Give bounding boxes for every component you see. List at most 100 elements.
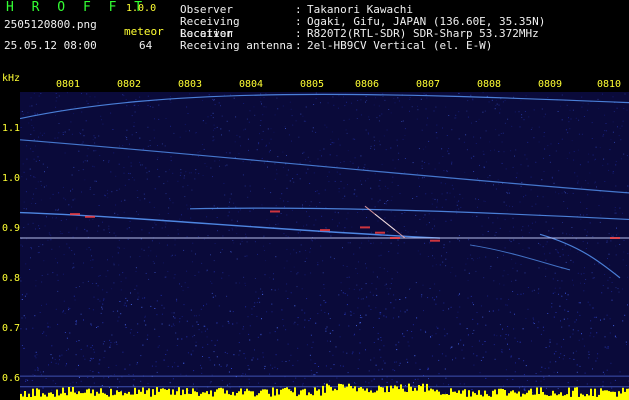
noise-speck	[415, 282, 417, 284]
noise-speck	[139, 96, 141, 98]
noise-speck	[374, 140, 376, 142]
noise-speck	[194, 228, 196, 230]
noise-speck	[313, 374, 315, 376]
noise-speck	[95, 180, 97, 182]
noise-speck	[68, 307, 70, 309]
noise-speck	[559, 256, 561, 258]
noise-speck	[21, 299, 23, 300]
noise-speck	[103, 298, 105, 300]
activity-bar	[426, 383, 428, 400]
noise-speck	[125, 297, 127, 299]
noise-speck	[152, 227, 154, 229]
noise-speck	[531, 127, 533, 129]
noise-speck	[484, 110, 486, 112]
noise-speck	[173, 325, 175, 327]
noise-speck	[326, 126, 328, 128]
noise-speck	[34, 112, 36, 114]
noise-speck	[376, 294, 378, 296]
noise-speck	[158, 118, 160, 120]
noise-speck	[135, 99, 137, 101]
noise-speck	[338, 294, 340, 296]
noise-speck	[221, 380, 223, 381]
noise-speck	[431, 228, 433, 230]
activity-bar	[232, 391, 234, 400]
noise-speck	[75, 320, 77, 322]
activity-bar	[190, 394, 192, 400]
noise-speck	[423, 310, 424, 312]
noise-speck	[172, 378, 174, 380]
noise-speck	[221, 277, 223, 279]
noise-speck	[563, 318, 565, 320]
noise-speck	[48, 326, 50, 328]
x-tick-label: 0803	[178, 79, 203, 90]
noise-speck	[312, 341, 314, 343]
activity-bar	[78, 391, 80, 400]
noise-speck	[440, 182, 442, 184]
noise-speck	[337, 107, 339, 109]
noise-speck	[607, 347, 609, 349]
noise-speck	[502, 101, 504, 103]
noise-speck	[370, 147, 372, 149]
noise-speck	[267, 166, 268, 168]
noise-speck	[357, 100, 359, 101]
noise-speck	[546, 241, 548, 243]
noise-speck	[582, 102, 584, 104]
noise-speck	[270, 364, 272, 366]
noise-speck	[485, 324, 487, 326]
noise-speck	[22, 245, 23, 247]
noise-speck	[609, 332, 611, 334]
noise-speck	[305, 201, 307, 202]
noise-speck	[530, 229, 532, 231]
noise-speck	[610, 240, 612, 242]
noise-speck	[374, 148, 375, 150]
noise-speck	[572, 192, 574, 194]
noise-speck	[403, 335, 405, 337]
noise-speck	[578, 302, 580, 304]
noise-speck	[456, 317, 458, 319]
noise-speck	[364, 164, 366, 166]
noise-speck	[262, 245, 264, 247]
noise-speck	[548, 367, 550, 369]
noise-speck	[412, 198, 414, 199]
noise-speck	[353, 312, 355, 314]
noise-speck	[213, 260, 215, 262]
activity-bar	[404, 391, 406, 400]
noise-speck	[488, 310, 490, 312]
noise-speck	[161, 304, 163, 306]
noise-speck	[247, 138, 249, 140]
noise-speck	[64, 332, 66, 333]
noise-speck	[74, 106, 76, 108]
noise-speck	[129, 332, 131, 334]
noise-speck	[287, 169, 289, 171]
noise-speck	[583, 290, 585, 292]
noise-speck	[152, 261, 154, 262]
noise-speck	[154, 118, 155, 120]
noise-speck	[97, 102, 99, 104]
noise-speck	[343, 96, 344, 98]
noise-speck	[161, 143, 163, 145]
noise-speck	[379, 179, 381, 181]
noise-speck	[609, 149, 611, 151]
noise-speck	[152, 106, 154, 108]
noise-speck	[519, 387, 520, 389]
noise-speck	[510, 356, 512, 358]
noise-speck	[336, 166, 338, 168]
noise-speck	[277, 288, 279, 290]
activity-bar	[164, 389, 166, 400]
noise-speck	[154, 272, 156, 273]
noise-speck	[196, 132, 197, 134]
noise-speck	[87, 280, 89, 282]
noise-speck	[72, 381, 74, 383]
noise-speck	[385, 316, 387, 318]
activity-bar	[176, 391, 178, 400]
noise-speck	[235, 227, 237, 229]
noise-speck	[455, 114, 457, 116]
noise-speck	[198, 329, 200, 331]
noise-speck	[248, 368, 250, 370]
noise-speck	[113, 282, 115, 284]
noise-speck	[338, 191, 340, 193]
noise-speck	[75, 354, 77, 356]
noise-speck	[567, 294, 569, 296]
noise-speck	[296, 221, 298, 223]
noise-speck	[72, 199, 74, 201]
